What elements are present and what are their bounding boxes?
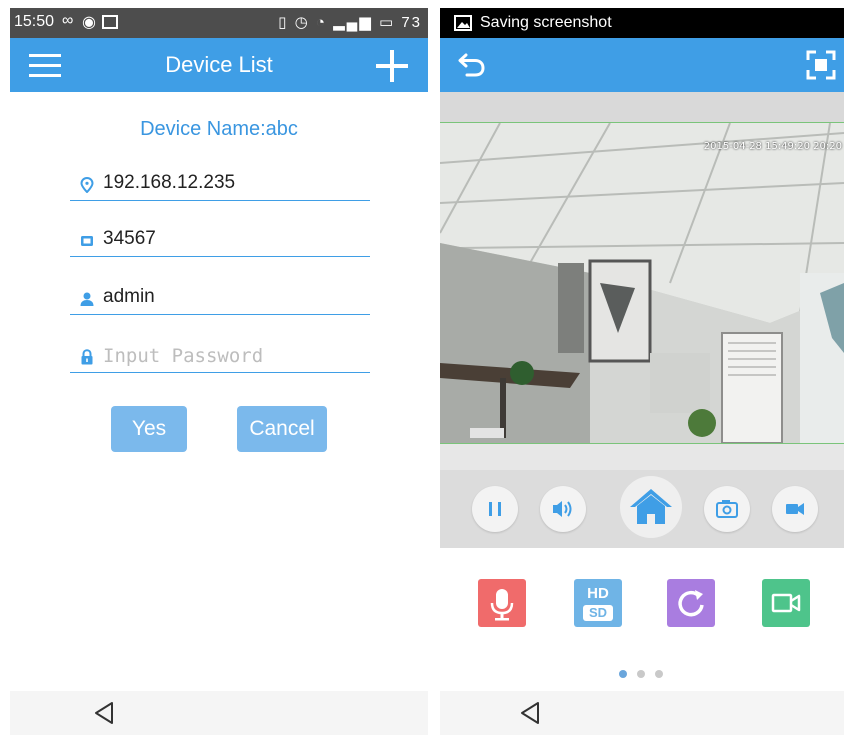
pause-button[interactable]: [472, 486, 518, 532]
lock-icon: [81, 349, 93, 365]
location-pin-icon: [80, 177, 94, 193]
battery-icon: ▭: [378, 14, 396, 31]
camera-icon: [716, 500, 738, 518]
add-device-icon[interactable]: [376, 50, 408, 82]
page-dot-active[interactable]: [619, 670, 627, 678]
password-input[interactable]: [103, 342, 363, 370]
page-dot[interactable]: [637, 670, 645, 678]
status-bar: 15:50 ∞ ◉ ▯ ◷ ◔ ▂▄▆ ▭ 73: [10, 8, 428, 38]
hd-label: HD: [587, 585, 609, 602]
username-value: admin: [103, 286, 155, 307]
app-bar: Device List: [10, 38, 428, 92]
signal-icon: ▂▄▆: [333, 14, 373, 31]
navigation-bar: [440, 691, 844, 735]
user-icon: [80, 292, 94, 306]
device-name-label: Device Name:abc: [140, 118, 298, 140]
video-camera-icon: [771, 593, 801, 613]
wifi-icon: ◔: [315, 14, 327, 31]
yes-button[interactable]: Yes: [111, 406, 187, 452]
navigation-bar: [10, 691, 428, 735]
battery-level: 73: [401, 14, 422, 31]
infinity-icon: ∞: [62, 12, 74, 29]
microphone-icon: [490, 589, 514, 621]
username-field[interactable]: admin: [70, 284, 370, 315]
quality-button[interactable]: HD SD: [574, 579, 622, 627]
port-value: 34567: [103, 228, 156, 249]
port-icon: [81, 236, 93, 246]
notification-text: Saving screenshot: [480, 14, 612, 31]
camera-video-feed[interactable]: 2015-04-28 15:49:20 20:20: [440, 122, 844, 444]
volume-button[interactable]: [540, 486, 586, 532]
status-bar: Saving screenshot: [440, 8, 844, 38]
microphone-button[interactable]: [478, 579, 526, 627]
status-icons: ▯ ◷ ◔ ▂▄▆ ▭ 73: [278, 13, 422, 31]
clock-icon: ◷: [294, 14, 310, 31]
port-field[interactable]: 34567: [70, 226, 370, 257]
cancel-button[interactable]: Cancel: [237, 406, 327, 452]
home-button[interactable]: [620, 476, 682, 538]
page-dot[interactable]: [655, 670, 663, 678]
snapshot-button[interactable]: [704, 486, 750, 532]
fullscreen-icon[interactable]: [806, 50, 836, 80]
camera-scene: [440, 123, 844, 443]
ip-field[interactable]: 192.168.12.235: [70, 170, 370, 201]
sd-label: SD: [583, 605, 613, 621]
password-field[interactable]: [70, 342, 370, 373]
home-icon: [630, 489, 672, 524]
alarm-icon: ◉: [82, 14, 96, 31]
video-call-button[interactable]: [762, 579, 810, 627]
back-nav-icon[interactable]: [90, 699, 118, 727]
back-icon[interactable]: [458, 52, 486, 78]
pause-icon: [489, 502, 501, 516]
video-record-icon: [786, 503, 804, 515]
live-view-screen: Saving screenshot 2015-04-28 15:49:20 20…: [440, 8, 844, 735]
video-top-strip: [440, 92, 844, 122]
video-timestamp: 2015-04-28 15:49:20 20:20: [703, 141, 842, 152]
screenshot-icon: [454, 15, 472, 31]
vibrate-icon: ▯: [278, 14, 289, 31]
ip-value: 192.168.12.235: [103, 172, 236, 193]
status-time: 15:50: [14, 13, 55, 30]
page-indicator: [619, 670, 679, 680]
rotate-button[interactable]: [667, 579, 715, 627]
control-bar: [440, 470, 844, 548]
video-bottom-strip: [440, 444, 844, 470]
back-nav-icon[interactable]: [516, 699, 544, 727]
image-icon: [102, 15, 118, 29]
page-title: Device List: [165, 52, 273, 77]
record-button[interactable]: [772, 486, 818, 532]
volume-icon: [553, 501, 572, 517]
rotate-icon: [678, 590, 704, 617]
app-bar: [440, 38, 844, 92]
device-list-screen: 15:50 ∞ ◉ ▯ ◷ ◔ ▂▄▆ ▭ 73 Device List Dev…: [10, 8, 428, 735]
